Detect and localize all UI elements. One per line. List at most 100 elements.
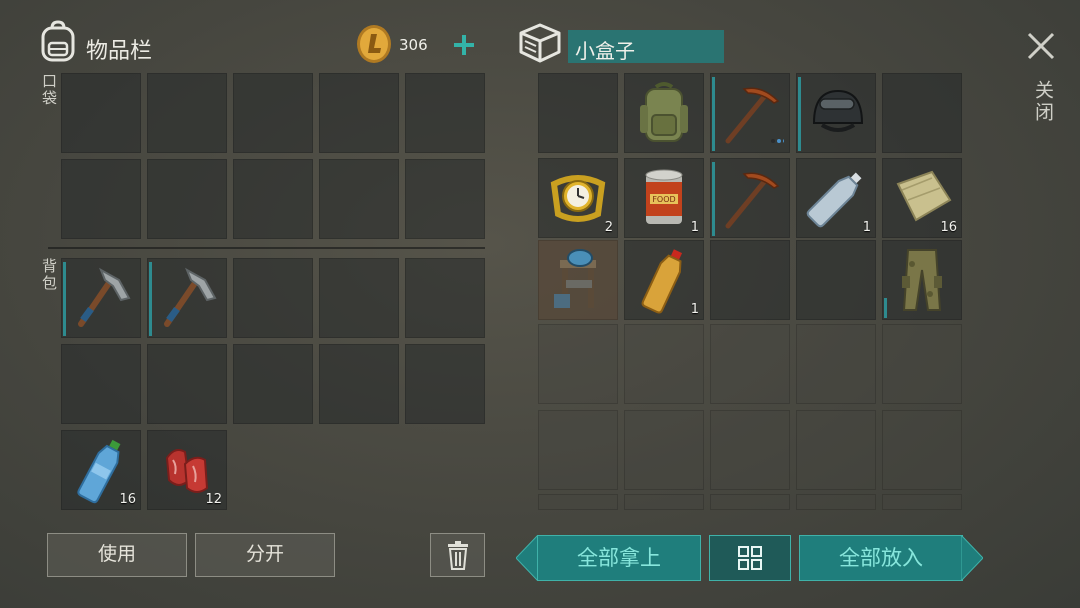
container-slot[interactable]	[796, 240, 876, 320]
container-title-bar: 小盒子	[568, 30, 724, 63]
backpack-slot-water-bottle[interactable]: 16	[61, 430, 141, 510]
helmet-icon	[812, 89, 864, 132]
use-button[interactable]: 使用	[47, 533, 187, 577]
pocket-label: 口袋	[40, 73, 58, 107]
durability-bar	[149, 262, 152, 336]
container-slot-watch[interactable]: 2	[538, 158, 618, 238]
container-title: 小盒子	[575, 39, 635, 63]
close-icon[interactable]	[1026, 31, 1056, 61]
container-slot-cloth[interactable]: 16	[882, 158, 962, 238]
pocket-slot[interactable]	[147, 73, 227, 153]
take-all-arrow	[516, 535, 538, 581]
pocket-slot[interactable]	[319, 159, 399, 239]
pocket-slot[interactable]	[61, 159, 141, 239]
container-slot[interactable]	[710, 240, 790, 320]
backpack-slot[interactable]	[319, 258, 399, 338]
container-slot-pickaxe[interactable]	[710, 158, 790, 238]
container-slot-pants[interactable]	[882, 240, 962, 320]
durability-bar	[712, 162, 715, 236]
split-button[interactable]: 分开	[195, 533, 335, 577]
take-all-button[interactable]: 全部拿上	[537, 535, 701, 581]
pocket-slot[interactable]	[233, 159, 313, 239]
canned-food-icon: FOOD	[645, 169, 683, 224]
item-quantity: 1	[690, 220, 699, 235]
container-slot[interactable]	[882, 410, 962, 490]
juice-bottle-icon	[641, 249, 683, 314]
durability-bar	[712, 77, 715, 151]
container-slot-juice-bottle[interactable]: 1	[624, 240, 704, 320]
backpack-label: 背包	[40, 258, 58, 292]
trash-icon	[447, 541, 468, 570]
svg-text:FOOD: FOOD	[652, 195, 675, 204]
item-quantity: 1	[862, 220, 871, 235]
container-slot[interactable]	[882, 73, 962, 153]
container-slot-helmet[interactable]	[796, 73, 876, 153]
backpack-slot[interactable]	[405, 344, 485, 424]
hatchet-icon	[164, 267, 217, 327]
gold-watch-icon	[550, 175, 606, 222]
container-slot[interactable]	[624, 494, 704, 510]
camo-pants-icon	[902, 249, 942, 311]
inventory-title: 物品栏	[86, 39, 153, 64]
container-slot[interactable]	[624, 410, 704, 490]
backpack-slot[interactable]	[233, 258, 313, 338]
put-all-button[interactable]: 全部放入	[799, 535, 963, 581]
backpack-slot-hatchet[interactable]	[61, 258, 141, 338]
sort-button[interactable]	[709, 535, 791, 581]
container-slot[interactable]	[538, 494, 618, 510]
hatchet-icon	[78, 267, 131, 327]
box-icon	[519, 23, 561, 63]
container-slot[interactable]	[796, 410, 876, 490]
army-backpack-icon	[640, 82, 688, 142]
backpack-slot[interactable]	[405, 258, 485, 338]
pocket-slot[interactable]	[147, 159, 227, 239]
container-slot[interactable]	[710, 494, 790, 510]
pickaxe-icon	[725, 172, 780, 229]
backpack-icon	[41, 20, 75, 62]
plastic-bottle-icon	[806, 172, 862, 228]
close-label[interactable]: 关闭	[1030, 80, 1057, 124]
pickaxe-icon	[725, 87, 784, 144]
container-slot-backpack[interactable]	[624, 73, 704, 153]
backpack-slot[interactable]	[233, 344, 313, 424]
pocket-slot[interactable]	[61, 73, 141, 153]
coin-icon	[357, 25, 391, 63]
container-slot[interactable]	[796, 324, 876, 404]
add-coins-button[interactable]	[452, 33, 476, 57]
container-slot-pickaxe[interactable]	[710, 73, 790, 153]
pocket-slot[interactable]	[405, 159, 485, 239]
backpack-slot[interactable]	[147, 344, 227, 424]
backpack-slot-raw-meat[interactable]: 12	[147, 430, 227, 510]
backpack-slot[interactable]	[319, 344, 399, 424]
durability-bar	[884, 298, 887, 318]
container-slot[interactable]	[710, 324, 790, 404]
backpack-slot[interactable]	[61, 344, 141, 424]
pocket-slot[interactable]	[319, 73, 399, 153]
item-quantity: 2	[604, 220, 613, 235]
container-slot[interactable]	[624, 324, 704, 404]
coin-count: 306	[399, 36, 428, 54]
grid-sort-icon	[738, 546, 762, 570]
container-slot[interactable]	[538, 73, 618, 153]
container-slot[interactable]	[796, 494, 876, 510]
container-slot[interactable]	[882, 494, 962, 510]
container-slot[interactable]	[538, 324, 618, 404]
put-all-arrow	[961, 535, 983, 581]
container-slot-canned-food[interactable]: FOOD 1	[624, 158, 704, 238]
durability-bar	[798, 77, 801, 151]
item-quantity: 12	[205, 492, 222, 507]
container-slot-plastic-bottle[interactable]: 1	[796, 158, 876, 238]
pocket-slot[interactable]	[405, 73, 485, 153]
item-quantity: 16	[940, 220, 957, 235]
backpack-slot-hatchet[interactable]	[147, 258, 227, 338]
pocket-slot[interactable]	[233, 73, 313, 153]
container-slot[interactable]	[710, 410, 790, 490]
durability-bar	[63, 262, 66, 336]
container-slot-workbench[interactable]	[538, 240, 618, 320]
workbench-icon	[554, 249, 596, 308]
container-slot[interactable]	[882, 324, 962, 404]
delete-button[interactable]	[430, 533, 485, 577]
item-quantity: 1	[690, 302, 699, 317]
item-quantity: 16	[119, 492, 136, 507]
container-slot[interactable]	[538, 410, 618, 490]
